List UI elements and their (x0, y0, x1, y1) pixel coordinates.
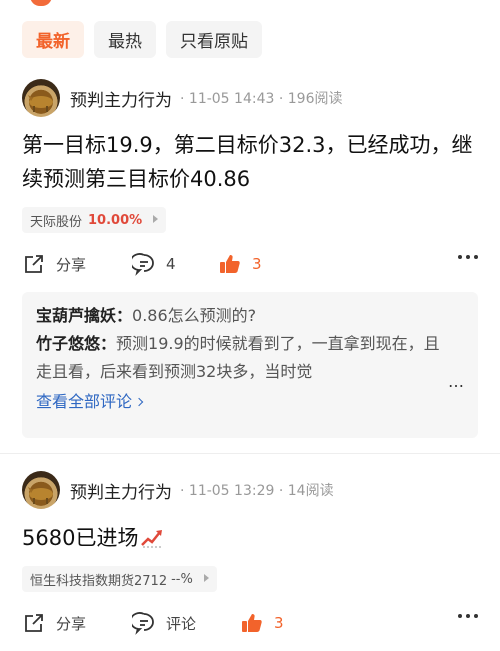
stock-tag[interactable]: 天际股份 10.00% (22, 207, 167, 233)
author-name[interactable]: 预判主力行为 (70, 86, 172, 111)
chevron-right-icon (134, 397, 144, 407)
comment-author: 竹子悠悠： (36, 334, 117, 353)
comment-button[interactable]: 4 (132, 252, 218, 276)
share-button[interactable]: 分享 (22, 611, 132, 635)
share-label: 分享 (56, 614, 87, 633)
comment-text: 0.86怎么预测的? (132, 306, 257, 325)
more-icon[interactable] (458, 614, 478, 618)
filter-tabs: 最新 最热 只看原贴 (22, 21, 262, 58)
avatar[interactable] (22, 471, 60, 509)
chevron-right-icon (153, 215, 159, 223)
thumbs-up-icon (220, 255, 240, 273)
comment-count: 4 (166, 255, 176, 273)
comment-author: 宝葫芦擒妖： (36, 306, 133, 325)
stock-change: --% (171, 571, 193, 587)
tab-original-only[interactable]: 只看原贴 (166, 21, 262, 58)
comment-icon (132, 253, 154, 276)
post-actions: 分享 4 3 (22, 249, 478, 279)
post-time: 11-05 14:43 (188, 91, 275, 107)
stock-name: 天际股份 (30, 214, 83, 230)
view-all-label: 查看全部评论 (36, 392, 133, 411)
share-icon (25, 255, 43, 273)
truncation-ellipsis: … (448, 372, 464, 391)
view-all-comments-link[interactable]: 查看全部评论 (36, 388, 464, 416)
like-count: 3 (274, 614, 284, 632)
stock-name: 恒生科技指数期货2712 (30, 573, 168, 589)
like-count: 3 (252, 255, 262, 273)
comment-button[interactable]: 评论 (132, 611, 240, 635)
comment-item: 竹子悠悠：预测19.9的时候就看到了，一直拿到现在，且走且看，后来看到预测32块… (36, 330, 464, 386)
author-name[interactable]: 预判主力行为 (70, 478, 172, 503)
post-meta: · 11-05 13:29 · 14阅读 (180, 483, 334, 499)
chevron-right-icon (203, 574, 209, 582)
read-count: 196阅读 (287, 91, 343, 107)
header-accent (30, 0, 52, 6)
more-icon[interactable] (458, 255, 478, 259)
post-actions: 分享 评论 3 (22, 608, 478, 638)
post-divider (0, 453, 500, 454)
share-button[interactable]: 分享 (22, 252, 132, 276)
stock-change: 10.00% (88, 212, 143, 228)
post-header: 预判主力行为 · 11-05 13:29 · 14阅读 (22, 470, 334, 510)
post-time: 11-05 13:29 (188, 483, 275, 499)
rising-chart-emoji-icon (141, 530, 163, 548)
share-icon (25, 614, 43, 632)
tab-latest[interactable]: 最新 (22, 21, 84, 58)
like-button[interactable]: 3 (240, 611, 284, 635)
share-label: 分享 (56, 255, 87, 274)
post-content[interactable]: 第一目标19.9，第二目标价32.3，已经成功，继续预测第三目标价40.86 (22, 128, 478, 196)
thumbs-up-icon (242, 614, 262, 632)
tab-hottest[interactable]: 最热 (94, 21, 156, 58)
comment-item: 宝葫芦擒妖：0.86怎么预测的? (36, 302, 464, 330)
post-text: 5680已进场 (22, 526, 139, 550)
like-button[interactable]: 3 (218, 252, 262, 276)
comment-icon (132, 612, 154, 635)
comment-label: 评论 (166, 614, 197, 633)
avatar[interactable] (22, 79, 60, 117)
comment-preview[interactable]: 宝葫芦擒妖：0.86怎么预测的? 竹子悠悠：预测19.9的时候就看到了，一直拿到… (22, 292, 478, 438)
post-meta: · 11-05 14:43 · 196阅读 (180, 91, 343, 107)
read-count: 14阅读 (287, 483, 334, 499)
post-content[interactable]: 5680已进场 (22, 521, 478, 555)
stock-tag[interactable]: 恒生科技指数期货2712 --% (22, 566, 217, 592)
post-header: 预判主力行为 · 11-05 14:43 · 196阅读 (22, 78, 342, 118)
